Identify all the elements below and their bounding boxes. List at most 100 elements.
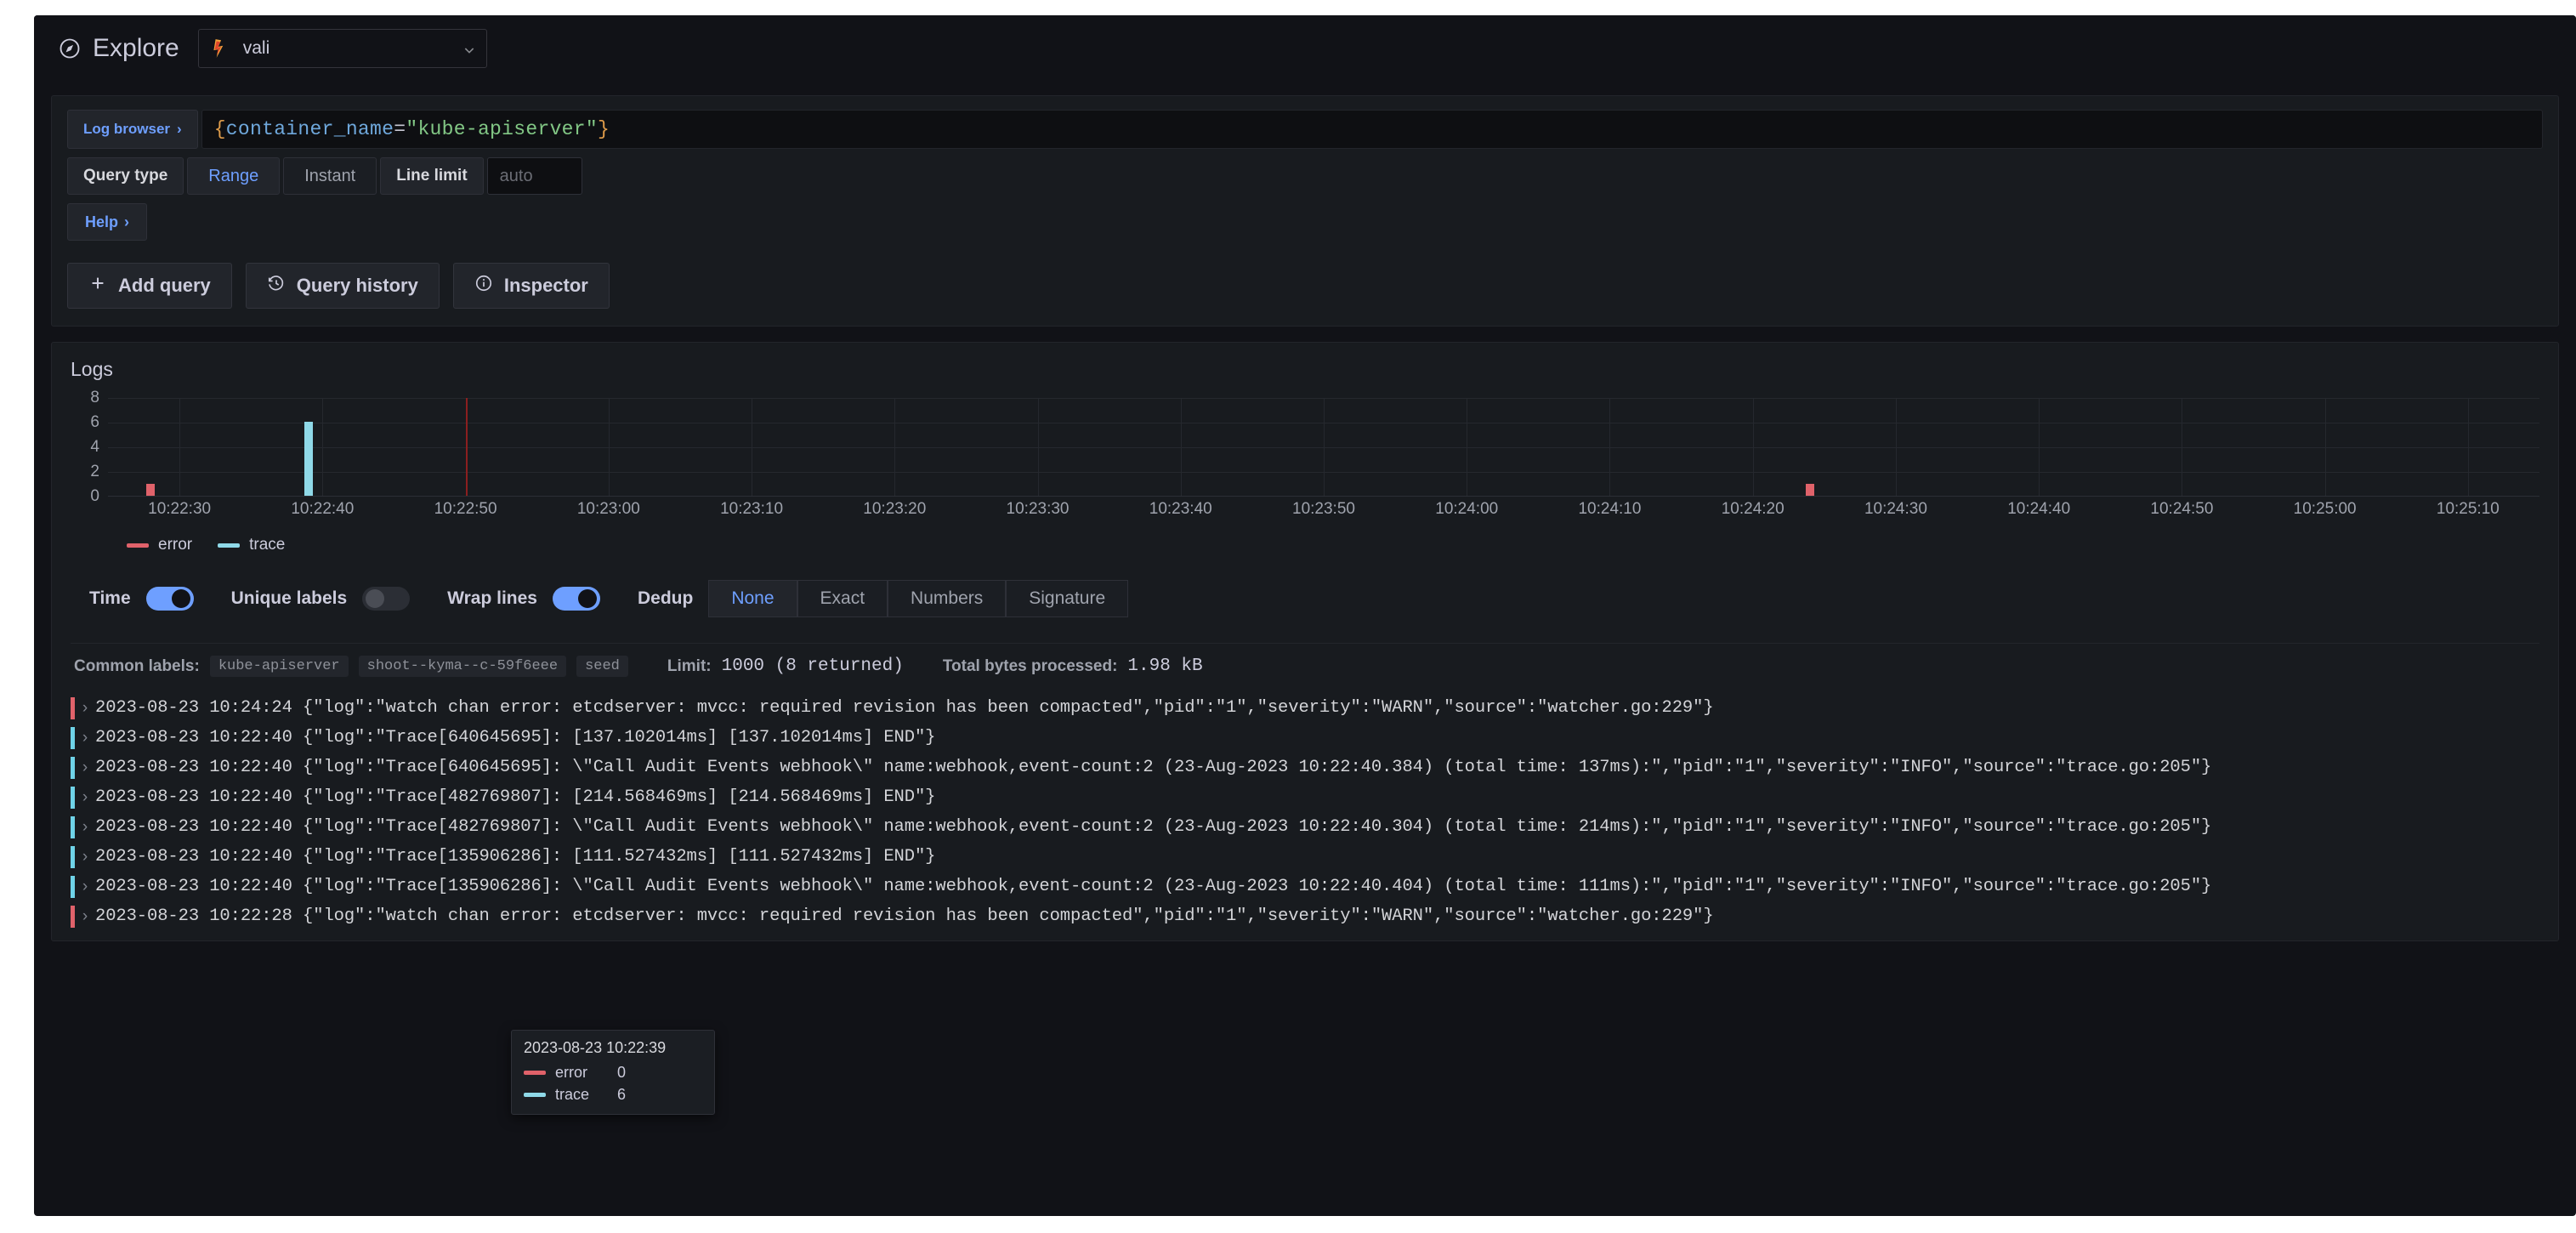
time-toggle[interactable]	[146, 587, 194, 611]
log-options-toolbar: Time Unique labels Wrap lines Dedup None…	[89, 580, 2539, 622]
chart-gridline	[2039, 398, 2040, 496]
tooltip-timestamp: 2023-08-23 10:22:39	[524, 1039, 701, 1057]
log-row[interactable]: ›2023-08-23 10:22:40 {"log":"Trace[64064…	[71, 753, 2539, 783]
query-input[interactable]: {container_name="kube-apiserver"}	[201, 110, 2543, 149]
common-label-chip[interactable]: kube-apiserver	[210, 656, 349, 677]
query-label-name: container_name	[226, 118, 394, 140]
tooltip-swatch-error	[524, 1071, 546, 1075]
unique-labels-toggle[interactable]	[362, 587, 410, 611]
legend-item-error[interactable]: error	[127, 536, 192, 554]
chart-x-tick: 10:24:10	[1578, 500, 1641, 519]
dedup-option-numbers[interactable]: Numbers	[888, 580, 1006, 617]
log-timestamp: 2023-08-23 10:22:40	[95, 877, 303, 896]
query-close-brace: }	[598, 118, 610, 140]
log-line-text: 2023-08-23 10:22:40 {"log":"Trace[135906…	[95, 872, 2211, 901]
chart-gridline	[1896, 398, 1897, 496]
chart-gridline	[609, 398, 610, 496]
chart-bar-trace	[304, 422, 313, 496]
log-row[interactable]: ›2023-08-23 10:22:28 {"log":"watch chan …	[71, 902, 2539, 932]
datasource-name: vali	[243, 38, 451, 59]
query-history-button[interactable]: Query history	[246, 263, 440, 309]
log-expand-caret-icon[interactable]: ›	[75, 872, 95, 901]
log-row[interactable]: ›2023-08-23 10:22:40 {"log":"Trace[13590…	[71, 872, 2539, 902]
logs-panel: Logs 02468 10:22:3010:22:4010:22:5010:23…	[51, 342, 2559, 941]
chart-y-tick: 2	[90, 463, 99, 481]
page-title-label: Explore	[93, 34, 179, 63]
add-query-button[interactable]: Add query	[67, 263, 232, 309]
chart-legend: error trace	[127, 536, 2539, 554]
chart-bar-error	[1806, 484, 1814, 497]
chart-x-tick: 10:25:10	[2437, 500, 2499, 519]
chart-x-tick: 10:23:40	[1149, 500, 1212, 519]
common-label-chip[interactable]: seed	[576, 656, 628, 677]
log-row[interactable]: ›2023-08-23 10:22:40 {"log":"Trace[48276…	[71, 813, 2539, 843]
chart-x-tick: 10:22:50	[434, 500, 497, 519]
query-label-value: "kube-apiserver"	[406, 118, 598, 140]
chart-x-tick: 10:24:30	[1864, 500, 1927, 519]
log-line-text: 2023-08-23 10:22:40 {"log":"Trace[482769…	[95, 783, 935, 812]
tooltip-series-name: error	[555, 1064, 608, 1082]
log-expand-caret-icon[interactable]: ›	[75, 694, 95, 723]
logs-meta-row: Common labels: kube-apiserver shoot--kym…	[71, 643, 2539, 689]
dedup-option-none[interactable]: None	[708, 580, 797, 617]
chart-gridline	[322, 398, 323, 496]
inspector-button[interactable]: Inspector	[453, 263, 610, 309]
log-line-text: 2023-08-23 10:22:40 {"log":"Trace[135906…	[95, 843, 935, 872]
chart-y-tick: 0	[90, 487, 99, 506]
log-browser-button[interactable]: Log browser ›	[67, 110, 198, 149]
query-options-row: Query type Range Instant Line limit auto	[67, 157, 2543, 195]
chart-x-tick: 10:22:40	[291, 500, 354, 519]
log-row[interactable]: ›2023-08-23 10:24:24 {"log":"watch chan …	[71, 694, 2539, 724]
query-open-brace: {	[214, 118, 226, 140]
log-expand-caret-icon[interactable]: ›	[75, 843, 95, 872]
common-labels-label: Common labels:	[74, 657, 200, 676]
log-timestamp: 2023-08-23 10:22:40	[95, 787, 303, 807]
datasource-picker[interactable]: vali	[198, 29, 487, 68]
chart-gridline	[1753, 398, 1754, 496]
wrap-lines-toggle-label: Wrap lines	[447, 588, 537, 609]
chart-tooltip: 2023-08-23 10:22:39 error 0 trace 6	[511, 1030, 715, 1115]
common-label-chip[interactable]: shoot--kyma--c-59f6eee	[359, 656, 566, 677]
log-expand-caret-icon[interactable]: ›	[75, 724, 95, 753]
chart-gridline	[2325, 398, 2326, 496]
log-expand-caret-icon[interactable]: ›	[75, 902, 95, 931]
log-row[interactable]: ›2023-08-23 10:22:40 {"log":"Trace[64064…	[71, 724, 2539, 753]
log-timestamp: 2023-08-23 10:22:40	[95, 847, 303, 867]
query-type-range[interactable]: Range	[187, 157, 280, 195]
toggle-knob	[578, 589, 597, 608]
chart-y-axis: 02468	[71, 398, 99, 497]
chart-x-axis: 10:22:3010:22:4010:22:5010:23:0010:23:10…	[108, 500, 2539, 524]
vali-logo-icon	[209, 37, 231, 60]
chevron-right-icon: ›	[177, 121, 182, 138]
chart-y-tick: 8	[90, 389, 99, 407]
chart-x-tick: 10:24:20	[1722, 500, 1784, 519]
compass-icon	[58, 37, 82, 60]
log-expand-caret-icon[interactable]: ›	[75, 813, 95, 842]
wrap-lines-toggle[interactable]	[553, 587, 600, 611]
dedup-option-signature[interactable]: Signature	[1006, 580, 1128, 617]
log-row[interactable]: ›2023-08-23 10:22:40 {"log":"Trace[13590…	[71, 843, 2539, 872]
query-type-instant[interactable]: Instant	[283, 157, 377, 195]
help-button[interactable]: Help ›	[67, 203, 147, 241]
log-line-text: 2023-08-23 10:22:40 {"log":"Trace[640645…	[95, 753, 2211, 782]
legend-item-trace[interactable]: trace	[218, 536, 285, 554]
tooltip-series-value: 6	[617, 1086, 626, 1104]
help-label: Help	[85, 213, 118, 231]
log-expand-caret-icon[interactable]: ›	[75, 783, 95, 812]
log-expand-caret-icon[interactable]: ›	[75, 753, 95, 782]
query-editor-pane: Log browser › {container_name="kube-apis…	[51, 95, 2559, 327]
time-toggle-label: Time	[89, 588, 131, 609]
log-line-text: 2023-08-23 10:22:28 {"log":"watch chan e…	[95, 902, 1714, 931]
log-browser-label: Log browser	[83, 121, 170, 138]
log-row[interactable]: ›2023-08-23 10:22:40 {"log":"Trace[48276…	[71, 783, 2539, 813]
logs-histogram-chart[interactable]: 02468 10:22:3010:22:4010:22:5010:23:0010…	[71, 398, 2539, 517]
dedup-option-exact[interactable]: Exact	[797, 580, 888, 617]
limit-value: 1000 (8 returned)	[722, 656, 904, 676]
line-limit-label: Line limit	[380, 157, 483, 195]
chart-plot-area[interactable]	[108, 398, 2539, 497]
chart-y-tick: 6	[90, 413, 99, 432]
logs-panel-title: Logs	[71, 358, 2539, 381]
legend-label: error	[158, 536, 192, 554]
line-limit-input[interactable]: auto	[487, 157, 582, 195]
query-row: Log browser › {container_name="kube-apis…	[67, 110, 2543, 149]
